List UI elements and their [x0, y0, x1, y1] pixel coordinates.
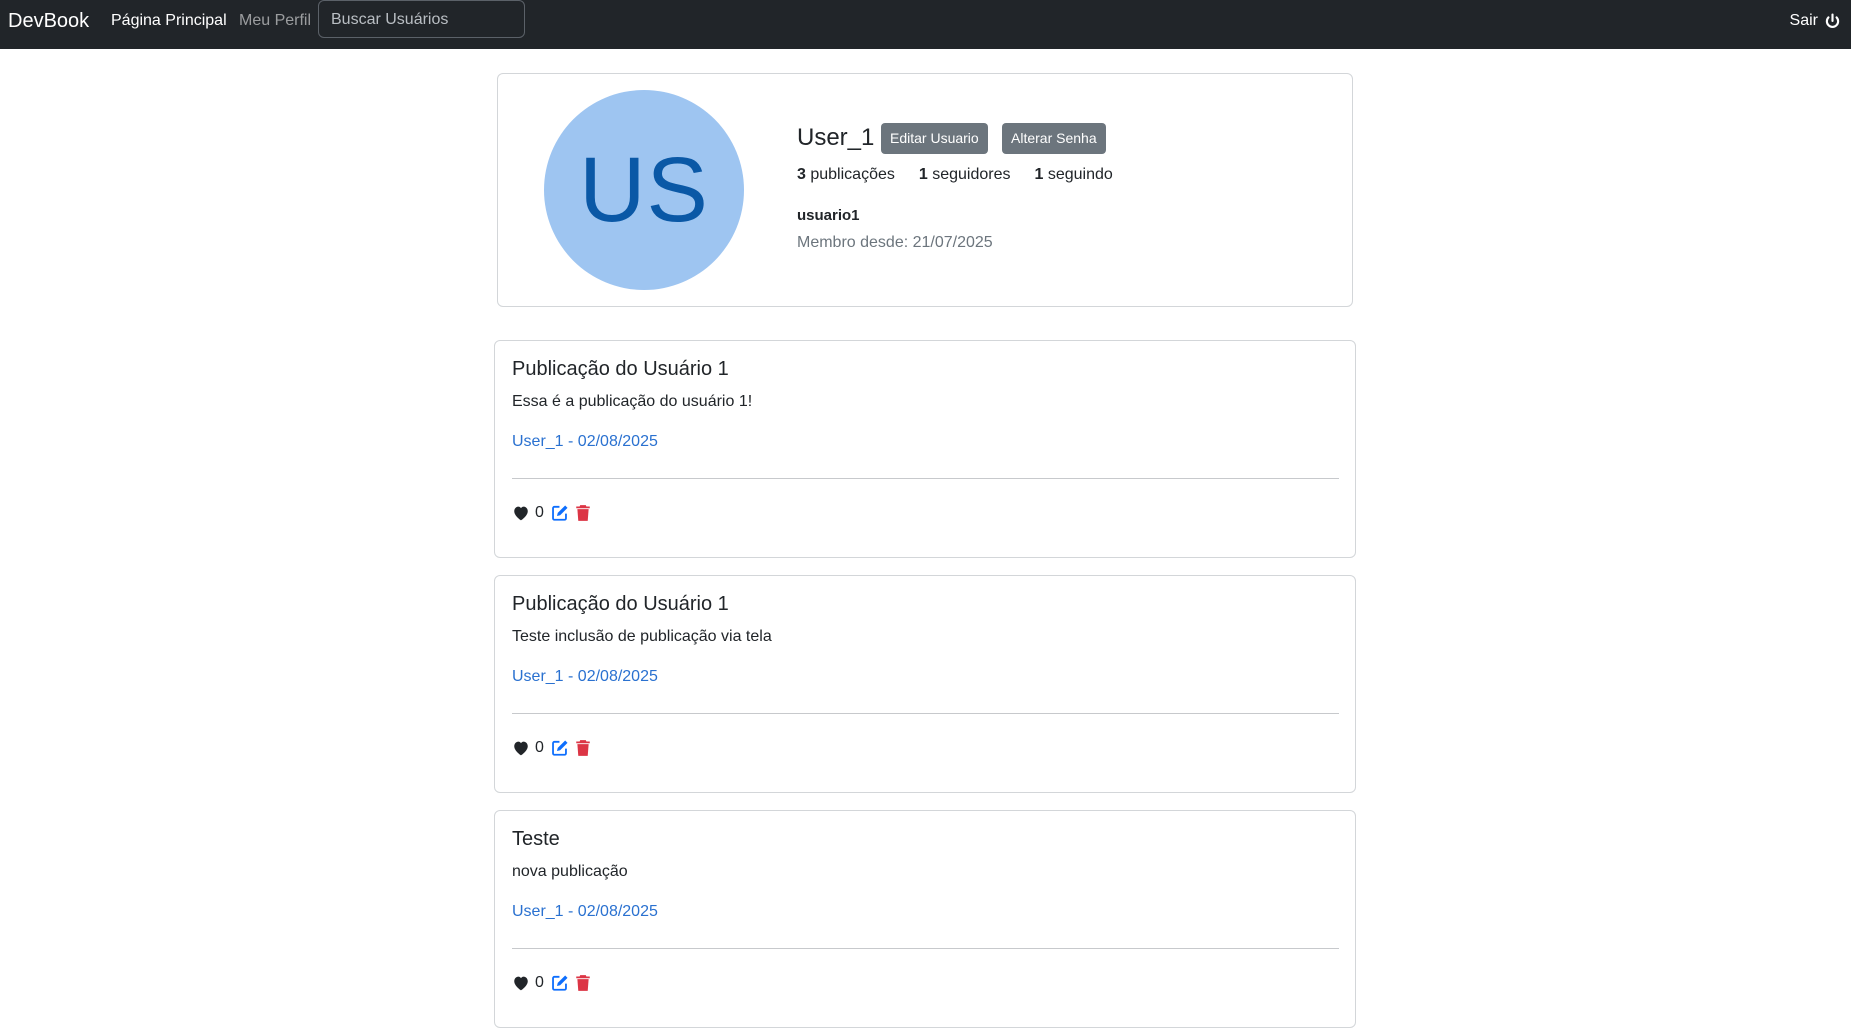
post-title: Publicação do Usuário 1 [512, 358, 729, 380]
followers-stat[interactable]: 1 seguidores [919, 166, 1011, 184]
post-card: Teste nova publicação User_1 - 02/08/202… [494, 810, 1356, 1028]
post-title: Teste [512, 828, 560, 850]
brand-logo[interactable]: DevBook [8, 0, 89, 49]
profile-card: US User_1 Editar Usuario Alterar Senha 3… [497, 73, 1353, 307]
divider [512, 478, 1339, 479]
publications-count: 3 [797, 166, 806, 183]
followers-label: seguidores [932, 166, 1011, 183]
logout-link[interactable]: Sair [1790, 0, 1841, 42]
edit-icon[interactable] [551, 974, 569, 992]
trash-icon[interactable] [574, 504, 592, 522]
profile-nick: usuario1 [797, 207, 860, 224]
search-users-input[interactable]: Buscar Usuários [318, 0, 525, 38]
like-count: 0 [535, 974, 544, 991]
like-count: 0 [535, 504, 544, 521]
profile-stats: 3 publicações 1 seguidores 1 seguindo [797, 166, 1113, 184]
logout-label: Sair [1789, 12, 1818, 29]
post-card: Publicação do Usuário 1 Teste inclusão d… [494, 575, 1356, 793]
heart-icon[interactable] [512, 504, 530, 522]
edit-icon[interactable] [551, 739, 569, 757]
post-author-date[interactable]: User_1 - 02/08/2025 [512, 668, 658, 686]
power-icon [1825, 13, 1840, 28]
profile-name: User_1 [797, 124, 875, 151]
like-count: 0 [535, 739, 544, 756]
post-author-date[interactable]: User_1 - 02/08/2025 [512, 433, 658, 451]
following-count: 1 [1034, 166, 1044, 183]
post-body: Teste inclusão de publicação via tela [512, 628, 772, 645]
nav-profile-link[interactable]: Meu Perfil [239, 0, 311, 42]
following-stat[interactable]: 1 seguindo [1035, 166, 1113, 184]
following-label: seguindo [1047, 166, 1113, 183]
change-password-button[interactable]: Alterar Senha [1002, 123, 1106, 154]
post-actions: 0 [512, 973, 592, 993]
followers-count: 1 [918, 166, 928, 183]
post-body: Essa é a publicação do usuário 1! [512, 393, 753, 410]
post-author-date[interactable]: User_1 - 02/08/2025 [512, 903, 658, 921]
edit-user-button[interactable]: Editar Usuario [881, 123, 988, 154]
publications-stat: 3 publicações [797, 166, 895, 184]
divider [512, 948, 1339, 949]
post-title: Publicação do Usuário 1 [512, 593, 729, 615]
publications-label: publicações [810, 166, 895, 183]
post-card: Publicação do Usuário 1 Essa é a publica… [494, 340, 1356, 558]
post-actions: 0 [512, 503, 592, 523]
post-actions: 0 [512, 738, 592, 758]
post-body: nova publicação [512, 863, 628, 880]
member-since: Membro desde: 21/07/2025 [797, 234, 993, 251]
edit-icon[interactable] [551, 504, 569, 522]
trash-icon[interactable] [574, 974, 592, 992]
divider [512, 713, 1339, 714]
avatar: US [544, 90, 744, 290]
top-navbar: DevBook Página Principal Meu Perfil Busc… [0, 0, 1851, 49]
heart-icon[interactable] [512, 974, 530, 992]
nav-home-link[interactable]: Página Principal [111, 0, 227, 42]
trash-icon[interactable] [574, 739, 592, 757]
heart-icon[interactable] [512, 739, 530, 757]
